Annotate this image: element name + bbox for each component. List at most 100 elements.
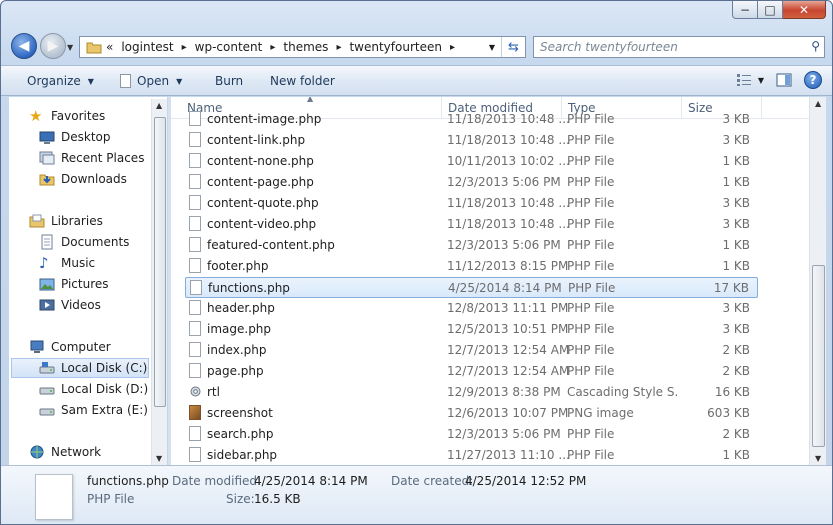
chevron-down-icon: ▼	[87, 76, 94, 86]
file-size: 3 KB	[722, 322, 750, 336]
breadcrumb-wp-content[interactable]: wp-content	[195, 40, 263, 54]
sidebar-item-videos[interactable]: Videos	[39, 295, 101, 315]
minimize-button[interactable]: −	[732, 1, 758, 19]
file-row[interactable]: content-quote.php 11/18/2013 10:48 ... PHP…	[185, 193, 758, 214]
organize-button[interactable]: Organize ▼	[27, 74, 94, 88]
file-row[interactable]: rtl 12/9/2013 8:38 PM Cascading Style S...…	[185, 382, 758, 403]
search-input[interactable]: Search twentyfourteen ⚲	[533, 36, 825, 58]
scroll-down-icon[interactable]: ▼	[156, 454, 162, 463]
recent-pages-dropdown[interactable]: ▼	[67, 43, 73, 52]
sidebar-item-label: Pictures	[61, 277, 109, 291]
file-row[interactable]: footer.php 11/12/2013 8:15 PM PHP File 1 KB	[185, 256, 758, 277]
back-button[interactable]: ◀	[11, 33, 37, 59]
file-type: PHP File	[567, 301, 615, 315]
details-created-value[interactable]: 4/25/2014 12:52 PM	[465, 474, 586, 488]
file-name: content-video.php	[207, 217, 317, 231]
file-type: PHP File	[567, 175, 615, 189]
breadcrumb-separator-icon[interactable]: ▸	[182, 42, 187, 53]
column-divider[interactable]	[761, 97, 762, 119]
file-size: 2 KB	[722, 364, 750, 378]
breadcrumb-themes[interactable]: themes	[283, 40, 328, 54]
file-row[interactable]: screenshot 12/6/2013 10:07 PM PNG image 603…	[185, 403, 758, 424]
removable-disk-icon	[39, 408, 55, 416]
sidebar-item-label: Network	[51, 445, 102, 459]
help-icon[interactable]: ?	[804, 71, 822, 89]
file-size: 1 KB	[722, 238, 750, 252]
sidebar-item-computer[interactable]: Computer	[29, 337, 111, 357]
details-size-label: Size:	[226, 492, 255, 506]
details-modified-value[interactable]: 4/25/2014 8:14 PM	[254, 474, 368, 488]
file-date-modified: 12/3/2013 5:06 PM	[447, 175, 561, 189]
file-row[interactable]: content-image.php 11/18/2013 10:48 ... PHP…	[185, 109, 758, 130]
file-name: content-none.php	[207, 154, 314, 168]
libraries-icon	[29, 214, 45, 228]
file-type: PHP File	[567, 133, 615, 147]
sidebar-item-favorites[interactable]: ★ Favorites	[29, 106, 105, 126]
open-button[interactable]: Open ▼	[120, 74, 182, 88]
view-options-chevron-icon[interactable]: ▼	[758, 76, 764, 85]
file-row[interactable]: header.php 12/8/2013 11:11 PM PHP File 3 KB	[185, 298, 758, 319]
burn-button[interactable]: Burn	[215, 74, 243, 88]
music-icon: ♪	[39, 254, 49, 272]
sidebar-item-sam-extra-e[interactable]: Sam Extra (E:)	[39, 400, 148, 420]
breadcrumb-separator-icon[interactable]: ▸	[270, 42, 275, 53]
php-file-icon	[189, 300, 201, 315]
file-row[interactable]: content-page.php 12/3/2013 5:06 PM PHP Fil…	[185, 172, 758, 193]
close-button[interactable]: ✕	[783, 1, 826, 19]
file-size: 3 KB	[722, 301, 750, 315]
file-type: PHP File	[567, 154, 615, 168]
sidebar-item-network[interactable]: Network	[29, 442, 101, 462]
address-bar[interactable]: « logintest ▸ wp-content ▸ themes ▸ twen…	[79, 36, 526, 58]
sidebar-item-libraries[interactable]: Libraries	[29, 211, 103, 231]
breadcrumb: logintest ▸ wp-content ▸ themes ▸ twenty…	[121, 40, 463, 54]
breadcrumb-separator-icon[interactable]: ▸	[450, 42, 455, 53]
file-row[interactable]: image.php 12/5/2013 10:51 PM PHP File 3 KB	[185, 319, 758, 340]
sidebar-item-local-disk-c[interactable]: Local Disk (C:)	[11, 358, 149, 378]
forward-button[interactable]: ▶	[40, 33, 66, 59]
scroll-down-icon[interactable]: ▼	[815, 454, 821, 463]
preview-pane-icon[interactable]	[776, 73, 792, 87]
scrollbar-thumb[interactable]	[812, 265, 825, 447]
file-row[interactable]: featured-content.php 12/3/2013 5:06 PM PHP…	[185, 235, 758, 256]
file-row[interactable]: search.php 12/3/2013 5:06 PM PHP File 2 KB	[185, 424, 758, 445]
file-type: Cascading Style S...	[567, 385, 677, 399]
file-row[interactable]: functions.php 4/25/2014 8:14 PM PHP File 17…	[185, 277, 758, 298]
file-list-scrollbar[interactable]: ▲ ▼	[809, 97, 826, 465]
file-size: 3 KB	[722, 112, 750, 126]
file-row[interactable]: sidebar.php 11/27/2013 11:10 ... PHP File 1…	[185, 445, 758, 465]
file-row[interactable]: content-link.php 11/18/2013 10:48 ... PHP …	[185, 130, 758, 151]
file-row[interactable]: page.php 12/7/2013 12:54 AM PHP File 2 KB	[185, 361, 758, 382]
file-date-modified: 12/8/2013 11:11 PM	[447, 301, 569, 315]
file-size: 3 KB	[722, 196, 750, 210]
php-file-icon	[189, 363, 201, 378]
view-details-icon[interactable]	[736, 73, 752, 87]
scroll-up-icon[interactable]: ▲	[815, 99, 821, 108]
sidebar-item-downloads[interactable]: Downloads	[39, 169, 127, 189]
file-name: page.php	[207, 364, 264, 378]
new-folder-button[interactable]: New folder	[270, 74, 335, 88]
address-history-dropdown[interactable]: ▼	[489, 43, 495, 52]
file-row[interactable]: content-none.php 10/11/2013 10:02 ... PHP …	[185, 151, 758, 172]
breadcrumb-logintest[interactable]: logintest	[121, 40, 173, 54]
maximize-button[interactable]: □	[758, 1, 783, 19]
scroll-up-icon[interactable]: ▲	[156, 101, 162, 110]
sidebar-item-music[interactable]: ♪ Music	[39, 253, 95, 273]
address-overflow[interactable]: «	[106, 40, 113, 54]
sidebar-item-pictures[interactable]: Pictures	[39, 274, 109, 294]
refresh-icon[interactable]: ⇆	[501, 37, 525, 57]
sidebar-item-local-disk-d[interactable]: Local Disk (D:)	[39, 379, 148, 399]
file-date-modified: 10/11/2013 10:02 ...	[447, 154, 570, 168]
sidebar-item-desktop[interactable]: Desktop	[39, 127, 111, 147]
scrollbar-thumb[interactable]	[154, 117, 166, 407]
search-icon[interactable]: ⚲	[811, 39, 820, 53]
open-label: Open	[137, 74, 170, 88]
navigation-pane-scrollbar[interactable]: ▲ ▼	[151, 99, 167, 465]
breadcrumb-twentyfourteen[interactable]: twentyfourteen	[349, 40, 442, 54]
file-list: ▲ Name Date modified Type Size content-i…	[171, 97, 809, 465]
file-row[interactable]: index.php 12/7/2013 12:54 AM PHP File 2 KB	[185, 340, 758, 361]
sidebar-item-recent-places[interactable]: Recent Places	[39, 148, 144, 168]
breadcrumb-separator-icon[interactable]: ▸	[336, 42, 341, 53]
sidebar-item-documents[interactable]: Documents	[39, 232, 129, 252]
file-row[interactable]: content-video.php 11/18/2013 10:48 ... PHP…	[185, 214, 758, 235]
file-type: PHP File	[567, 217, 615, 231]
